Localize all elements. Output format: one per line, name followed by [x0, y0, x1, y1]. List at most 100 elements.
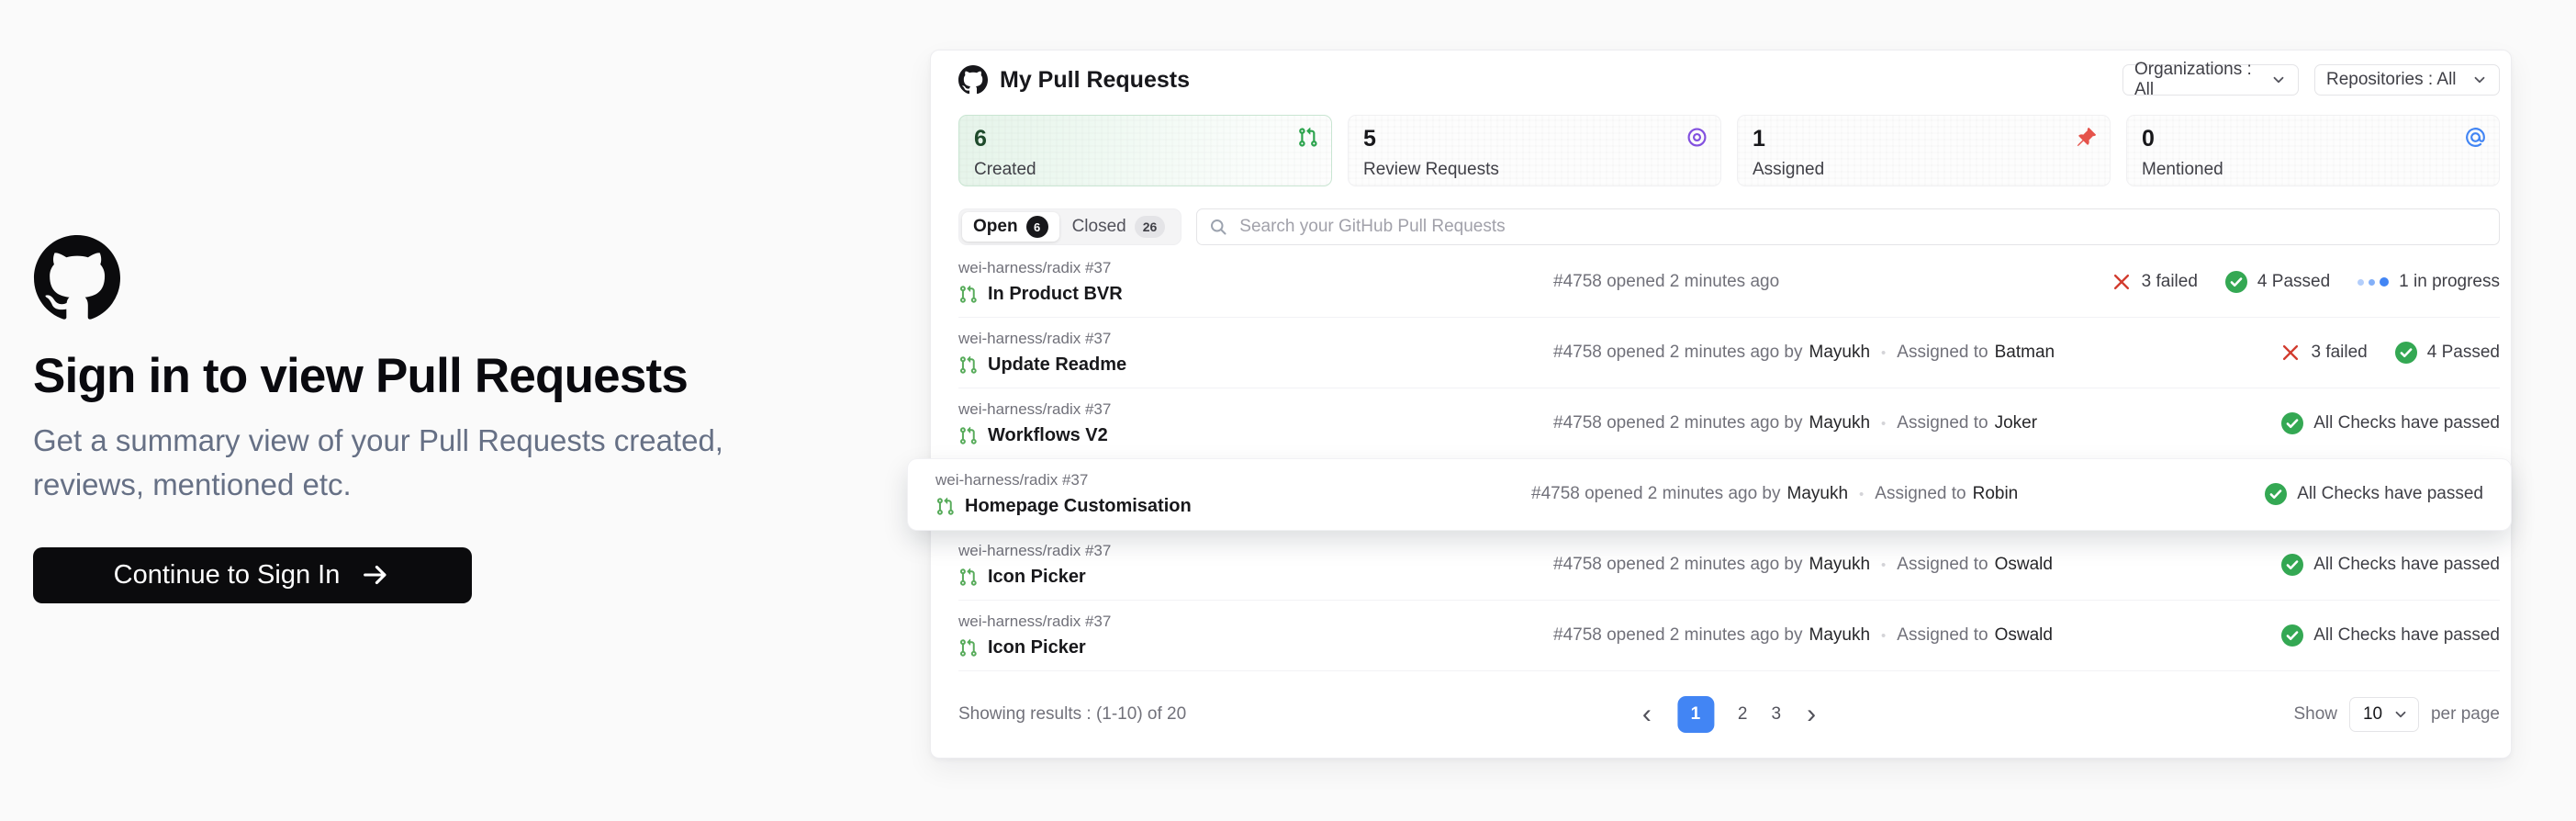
- continue-sign-in-button[interactable]: Continue to Sign In: [33, 547, 472, 603]
- pr-opened-text: #4758 opened 2 minutes ago by: [1553, 413, 1803, 433]
- all-passed-label: All Checks have passed: [2313, 413, 2500, 433]
- stat-card-review-requests[interactable]: 5 Review Requests: [1348, 115, 1721, 186]
- x-failed-icon: [2280, 343, 2301, 363]
- search-input[interactable]: [1238, 216, 2487, 238]
- repo-name: wei-harness/radix #37: [935, 471, 1192, 489]
- chevron-down-icon: [2471, 72, 2488, 88]
- prev-page-button[interactable]: ‹: [1641, 701, 1653, 728]
- pr-author: Mayukh: [1787, 484, 1849, 504]
- repositories-filter-label: Repositories : All: [2326, 70, 2457, 90]
- pr-title: Workflows V2: [988, 425, 1108, 446]
- page-button-3[interactable]: 3: [1772, 704, 1782, 725]
- pr-checks: All Checks have passed: [2281, 412, 2500, 434]
- organizations-filter-dropdown[interactable]: Organizations : All: [2122, 64, 2299, 96]
- checks-failed: 3 failed: [2280, 343, 2367, 363]
- mentioned-label: Mentioned: [2142, 160, 2484, 180]
- pr-opened-text: #4758 opened 2 minutes ago: [1553, 272, 1779, 292]
- pr-opened-text: #4758 opened 2 minutes ago by: [1553, 625, 1803, 646]
- meta-dot: •: [1881, 628, 1886, 644]
- page-size-value: 10: [2363, 704, 2382, 725]
- tab-open-label: Open: [973, 217, 1018, 237]
- pull-request-row[interactable]: wei-harness/radix #37 Icon Picker #4758 …: [958, 530, 2500, 601]
- search-icon: [1209, 218, 1227, 236]
- show-label: Show: [2293, 704, 2337, 725]
- arrow-right-icon: [360, 559, 391, 590]
- signin-section: Sign in to view Pull Requests Get a summ…: [33, 235, 823, 603]
- pr-opened-text: #4758 opened 2 minutes ago by: [1553, 555, 1803, 575]
- assigned-count: 1: [1753, 127, 2095, 152]
- page-size-select[interactable]: 10: [2349, 697, 2419, 732]
- list-footer: Showing results : (1-10) of 20 ‹ 1 2 3 ›…: [958, 671, 2500, 758]
- pull-request-row-hovered[interactable]: wei-harness/radix #37 Homepage Customisa…: [908, 459, 2511, 530]
- check-passed-icon: [2265, 483, 2287, 505]
- meta-dot: •: [1881, 345, 1886, 361]
- pull-request-icon: [958, 355, 978, 375]
- pr-title: In Product BVR: [988, 284, 1123, 305]
- pr-assignee: Robin: [1973, 484, 2019, 504]
- assigned-to-text: Assigned to: [1875, 484, 1966, 504]
- progress-dots-icon: [2358, 277, 2389, 287]
- pr-checks: All Checks have passed: [2281, 554, 2500, 576]
- pull-request-row[interactable]: wei-harness/radix #37 Update Readme #475…: [958, 318, 2500, 388]
- tab-open[interactable]: Open 6: [962, 212, 1059, 242]
- pr-meta: #4758 opened 2 minutes ago by Mayukh • A…: [1553, 413, 2037, 433]
- pr-meta: #4758 opened 2 minutes ago by Mayukh • A…: [1553, 555, 2053, 575]
- search-box: [1196, 208, 2500, 245]
- meta-dot: •: [1859, 487, 1864, 502]
- mentioned-count: 0: [2142, 127, 2484, 152]
- check-passed-icon: [2281, 554, 2303, 576]
- signin-title: Sign in to view Pull Requests: [33, 348, 823, 404]
- tab-closed-label: Closed: [1072, 217, 1126, 237]
- created-label: Created: [974, 160, 1316, 180]
- pr-assignee: Oswald: [1995, 555, 2053, 575]
- stat-card-mentioned[interactable]: 0 Mentioned: [2126, 115, 2500, 186]
- open-count-badge: 6: [1026, 216, 1048, 238]
- all-passed-label: All Checks have passed: [2313, 555, 2500, 575]
- pull-request-row[interactable]: wei-harness/radix #37 Icon Picker #4758 …: [958, 601, 2500, 671]
- mention-at-icon: [2465, 127, 2486, 148]
- pull-request-icon: [958, 638, 978, 658]
- page-button-2[interactable]: 2: [1738, 704, 1748, 725]
- pull-request-icon: [935, 497, 955, 516]
- pr-author: Mayukh: [1809, 555, 1871, 575]
- pull-requests-panel: My Pull Requests Organizations : All Rep…: [930, 50, 2512, 759]
- pr-author: Mayukh: [1809, 625, 1871, 646]
- checks-all-passed: All Checks have passed: [2281, 624, 2500, 647]
- pull-request-row[interactable]: wei-harness/radix #37 In Product BVR #47…: [958, 247, 2500, 318]
- pr-meta: #4758 opened 2 minutes ago by Mayukh • A…: [1553, 343, 2055, 363]
- repo-name: wei-harness/radix #37: [958, 330, 1126, 348]
- pr-opened-text: #4758 opened 2 minutes ago by: [1531, 484, 1781, 504]
- state-tabs: Open 6 Closed 26: [958, 208, 1182, 245]
- repo-name: wei-harness/radix #37: [958, 542, 1111, 560]
- all-passed-label: All Checks have passed: [2313, 625, 2500, 646]
- tab-closed[interactable]: Closed 26: [1059, 216, 1179, 238]
- checks-all-passed: All Checks have passed: [2281, 554, 2500, 576]
- pull-request-icon: [958, 568, 978, 587]
- failed-label: 3 failed: [2142, 272, 2198, 292]
- pr-title: Icon Picker: [988, 637, 1086, 658]
- check-passed-icon: [2281, 412, 2303, 434]
- created-count: 6: [974, 127, 1316, 152]
- page-button-1[interactable]: 1: [1677, 696, 1714, 733]
- pull-request-row[interactable]: wei-harness/radix #37 Workflows V2 #4758…: [958, 388, 2500, 459]
- pr-assignee: Oswald: [1995, 625, 2053, 646]
- checks-all-passed: All Checks have passed: [2265, 483, 2483, 505]
- next-page-button[interactable]: ›: [1805, 701, 1818, 728]
- assigned-to-text: Assigned to: [1897, 343, 1988, 363]
- stat-card-assigned[interactable]: 1 Assigned: [1737, 115, 2111, 186]
- assigned-to-text: Assigned to: [1897, 555, 1988, 575]
- chevron-down-icon: [2392, 706, 2409, 723]
- stat-card-created[interactable]: 6 Created: [958, 115, 1332, 186]
- stats-cards: 6 Created 5 Review Requests 1 Assigned 0…: [958, 115, 2500, 186]
- meta-dot: •: [1881, 557, 1886, 573]
- repositories-filter-dropdown[interactable]: Repositories : All: [2314, 64, 2500, 96]
- pr-meta: #4758 opened 2 minutes ago by Mayukh • A…: [1553, 625, 2053, 646]
- passed-label: 4 Passed: [2257, 272, 2330, 292]
- github-logo-icon: [33, 235, 121, 321]
- pr-checks: 3 failed 4 Passed: [2280, 342, 2500, 364]
- failed-label: 3 failed: [2311, 343, 2367, 363]
- pr-checks: All Checks have passed: [2265, 483, 2483, 505]
- all-passed-label: All Checks have passed: [2297, 484, 2483, 504]
- checks-in-progress: 1 in progress: [2358, 272, 2500, 292]
- pr-assignee: Joker: [1995, 413, 2037, 433]
